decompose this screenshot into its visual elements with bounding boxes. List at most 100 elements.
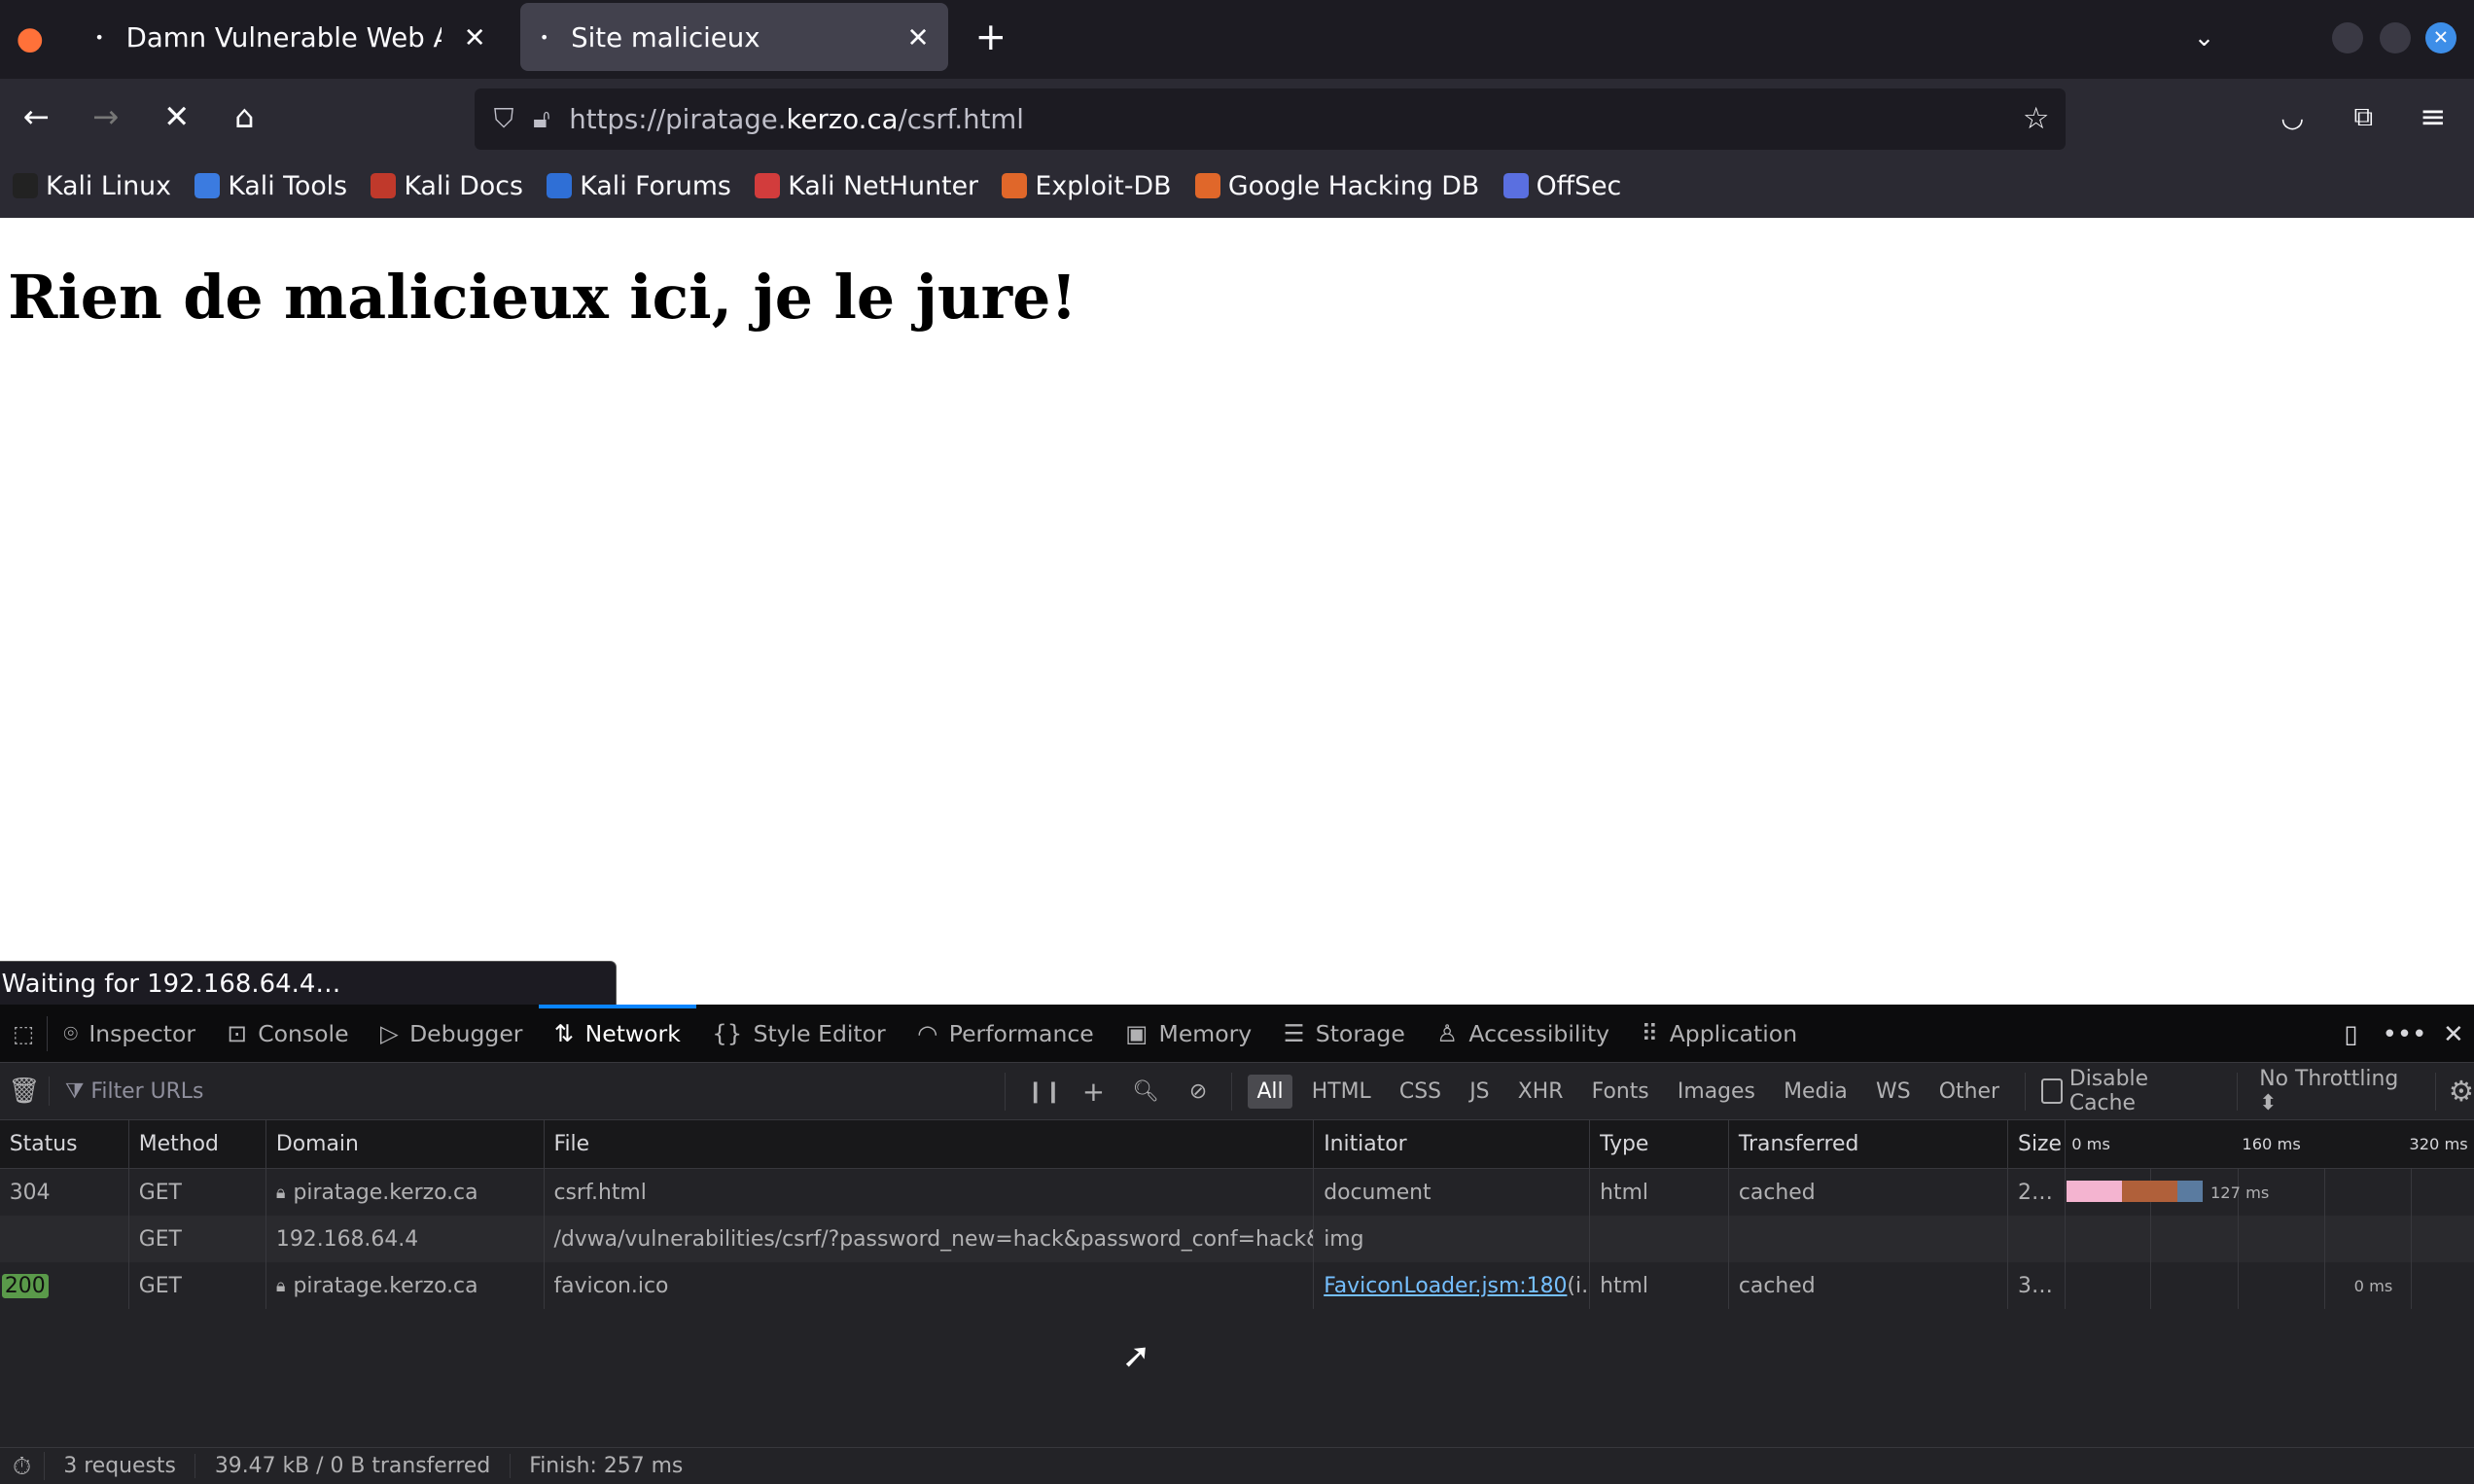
extensions-icon[interactable]: ⧉ <box>2343 98 2384 136</box>
style-editor-icon: {} <box>712 1019 743 1048</box>
column-header-transferred[interactable]: Transferred <box>1729 1119 2009 1169</box>
home-button[interactable]: ⌂ <box>224 98 265 136</box>
menu-icon[interactable]: ≡ <box>2413 98 2454 136</box>
devtools-tab-application[interactable]: ⠿ Application <box>1625 1005 1813 1063</box>
initiator-link[interactable]: FaviconLoader.jsm:180 <box>1324 1274 1567 1298</box>
cell-type <box>1590 1216 1730 1263</box>
tracking-shield-icon[interactable]: ⛉ <box>494 102 514 135</box>
filter-css[interactable]: CSS <box>1390 1075 1451 1109</box>
filter-placeholder: Filter URLs <box>90 1078 204 1104</box>
url-bar[interactable]: ⛉ 🔓︎ https://piratage.kerzo.ca/csrf.html… <box>475 88 2066 151</box>
devtools-tab-inspector[interactable]: ⌾ Inspector <box>48 1005 211 1063</box>
filter-images[interactable]: Images <box>1668 1075 1764 1109</box>
bookmark-label: Kali NetHunter <box>788 170 979 201</box>
filter-xhr[interactable]: XHR <box>1508 1075 1573 1109</box>
devtools-tab-network[interactable]: ⇅ Network <box>538 1004 697 1063</box>
insecure-lock-icon[interactable]: 🔓︎ <box>533 102 550 135</box>
stop-loading-button[interactable]: ✕ <box>157 98 197 136</box>
devtools-tab-accessibility[interactable]: ♙ Accessibility <box>1421 1005 1625 1063</box>
pause-icon[interactable]: ❙❙ <box>1021 1079 1068 1104</box>
forward-button[interactable]: → <box>86 98 126 136</box>
disable-cache-checkbox[interactable]: Disable Cache <box>2041 1067 2217 1115</box>
devtools-tab-style-editor[interactable]: {} Style Editor <box>696 1005 901 1063</box>
filter-ws[interactable]: WS <box>1866 1075 1920 1109</box>
search-icon[interactable]: 🔍︎ <box>1119 1079 1172 1104</box>
filter-html[interactable]: HTML <box>1302 1075 1380 1109</box>
list-tabs-chevron-icon[interactable]: ⌄ <box>2183 16 2224 59</box>
network-toolbar: 🗑︎ ⧩ Filter URLs ❙❙ + 🔍︎ ⊘ All HTML CSS JS X… <box>0 1063 2474 1120</box>
bookmark-star-icon[interactable]: ☆ <box>2023 101 2050 136</box>
element-picker-icon[interactable]: ⬚ <box>0 1016 49 1051</box>
filter-js[interactable]: JS <box>1460 1075 1499 1109</box>
tab-label: Debugger <box>409 1019 523 1047</box>
file-text: csrf.html <box>553 1180 647 1205</box>
bookmark-item[interactable]: Kali Docs <box>371 171 523 201</box>
bookmark-label: Exploit-DB <box>1035 170 1172 201</box>
tab-dvwa[interactable]: • Damn Vulnerable Web Ap ✕ <box>76 3 505 71</box>
bookmark-item[interactable]: Kali Linux <box>12 171 171 201</box>
devtools-tab-debugger[interactable]: ▷ Debugger <box>365 1005 539 1063</box>
tab-label: Network <box>584 1019 681 1047</box>
column-header-type[interactable]: Type <box>1590 1119 1730 1169</box>
filter-all[interactable]: All <box>1247 1074 1293 1109</box>
cell-size <box>2008 1216 2066 1263</box>
more-options-icon[interactable]: ••• <box>2383 1017 2427 1052</box>
block-icon[interactable]: ⊘ <box>1172 1079 1224 1104</box>
cell-status: 200 <box>0 1262 130 1310</box>
column-header-size[interactable]: Size <box>2008 1119 2066 1169</box>
back-button[interactable]: ← <box>16 98 56 136</box>
checkbox-box[interactable] <box>2041 1078 2064 1105</box>
column-header-domain[interactable]: Domain <box>266 1119 545 1169</box>
tab-label: Accessibility <box>1468 1019 1610 1047</box>
close-tab-icon[interactable]: ✕ <box>464 21 486 53</box>
request-row[interactable]: 304 GET 🔒︎ piratage.kerzo.ca csrf.html docume… <box>0 1169 2474 1217</box>
add-request-icon[interactable]: + <box>1068 1076 1120 1108</box>
url-text[interactable]: https://piratage.kerzo.ca/csrf.html <box>569 103 1024 135</box>
close-devtools-icon[interactable]: ✕ <box>2434 1017 2472 1052</box>
column-header-method[interactable]: Method <box>129 1119 267 1169</box>
size-text: 3… <box>2018 1273 2053 1298</box>
pocket-icon[interactable]: ◡ <box>2272 98 2313 136</box>
cell-file: favicon.ico <box>545 1262 1315 1310</box>
responsive-design-icon[interactable]: ▯ <box>2332 1017 2370 1052</box>
firefox-logo-icon[interactable]: ● <box>13 18 48 56</box>
filter-media[interactable]: Media <box>1774 1075 1856 1109</box>
tab-site-malicieux[interactable]: • Site malicieux ✕ <box>520 3 949 71</box>
throttling-select[interactable]: No Throttling ⬍ <box>2259 1067 2419 1115</box>
filter-urls-input[interactable]: ⧩ Filter URLs <box>65 1079 1005 1104</box>
minimize-button[interactable] <box>2331 21 2364 54</box>
bookmark-item[interactable]: Google Hacking DB <box>1194 171 1479 201</box>
bookmark-item[interactable]: Kali NetHunter <box>755 171 978 201</box>
status-badge: 200 <box>1 1273 49 1298</box>
timer-icon: ⏱ <box>0 1452 45 1481</box>
url-domain: kerzo.ca <box>786 102 899 135</box>
request-row[interactable]: GET 192.168.64.4/dvwa/vulnerabilities/csr… <box>0 1216 2474 1263</box>
clear-trash-icon[interactable]: 🗑︎ <box>0 1077 50 1107</box>
new-tab-button[interactable]: + <box>971 16 1011 59</box>
devtools-tab-console[interactable]: ⊡ Console <box>211 1005 365 1063</box>
maximize-button[interactable] <box>2379 21 2412 54</box>
bookmark-item[interactable]: OffSec <box>1502 171 1621 201</box>
cell-initiator: FaviconLoader.jsm:180 (i… <box>1314 1262 1591 1310</box>
tab-dot-icon: • <box>539 27 549 47</box>
column-header-status[interactable]: Status <box>0 1119 130 1169</box>
filter-fonts[interactable]: Fonts <box>1582 1075 1659 1109</box>
bookmark-favicon-icon <box>1502 173 1529 199</box>
close-window-button[interactable]: ✕ <box>2424 21 2457 54</box>
settings-gear-icon[interactable]: ⚙ <box>2449 1075 2474 1108</box>
devtools-tab-performance[interactable]: ◠ Performance <box>901 1005 1110 1063</box>
tab-dot-icon: • <box>94 27 104 47</box>
column-header-initiator[interactable]: Initiator <box>1314 1119 1591 1169</box>
filter-other[interactable]: Other <box>1929 1075 2009 1109</box>
devtools-tab-memory[interactable]: ▣ Memory <box>1110 1005 1267 1063</box>
request-row[interactable]: 200 GET 🔒︎ piratage.kerzo.ca favicon.ico Favi… <box>0 1262 2474 1310</box>
waterfall-header[interactable]: 0 ms 160 ms 320 ms <box>2066 1120 2474 1168</box>
bookmark-item[interactable]: Kali Tools <box>194 171 347 201</box>
inspector-icon: ⌾ <box>63 1019 78 1048</box>
bookmark-item[interactable]: Exploit-DB <box>1002 171 1171 201</box>
bookmark-item[interactable]: Kali Forums <box>547 171 731 201</box>
column-header-file[interactable]: File <box>545 1119 1315 1169</box>
close-tab-icon[interactable]: ✕ <box>906 21 929 53</box>
devtools-tab-storage[interactable]: ☰ Storage <box>1267 1005 1421 1063</box>
cell-waterfall <box>2066 1216 2474 1263</box>
